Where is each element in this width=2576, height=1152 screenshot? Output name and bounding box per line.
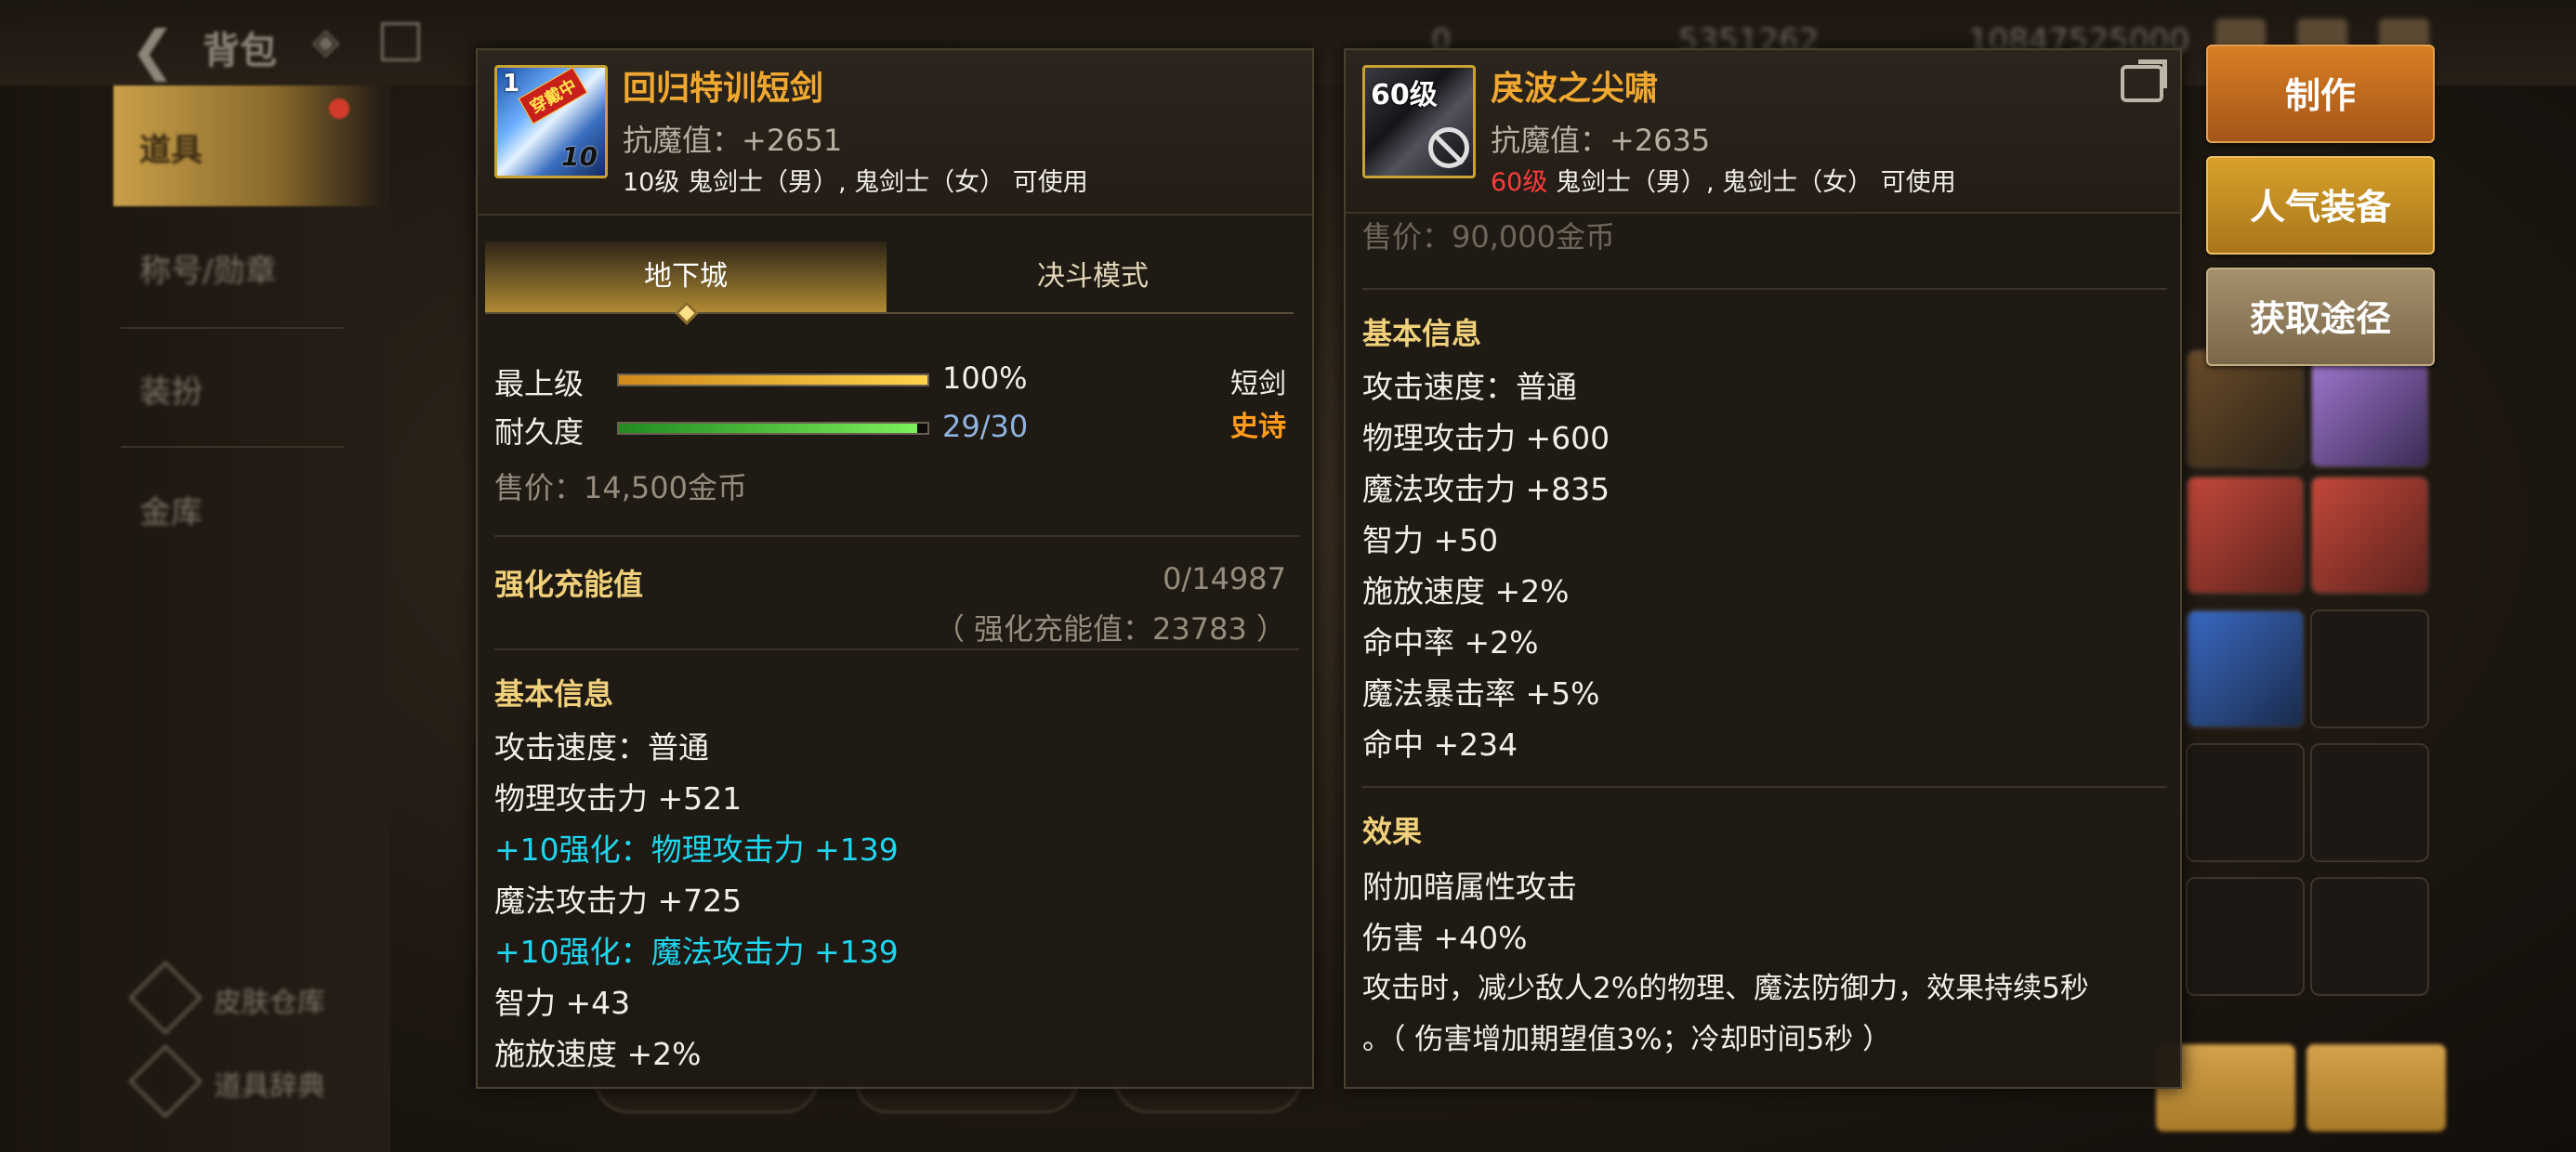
basic-info-title: 基本信息 — [1362, 316, 1482, 351]
grade-label: 最上级 — [494, 366, 585, 401]
stat-enhance-magic: +10强化：魔法攻击力 +139 — [494, 934, 899, 970]
usable-classes-text: 鬼剑士（男）, 鬼剑士（女） 可使用 — [679, 168, 1088, 197]
stat-accuracy: 命中 +234 — [1362, 727, 1518, 763]
divider — [494, 535, 1299, 537]
item-name: 回归特训短剑 — [623, 70, 824, 108]
dagger-icon: 60级 — [1362, 65, 1476, 178]
inventory-slot[interactable] — [2186, 743, 2305, 862]
item-name: 戾波之尖啸 — [1491, 70, 1659, 108]
durability-value: 29/30 — [942, 409, 1029, 444]
anti-magic-value: 抗魔值：+2635 — [1491, 123, 1711, 158]
tooltip-header: 60级 戾波之尖啸 抗魔值：+2635 60级 鬼剑士（男）, 鬼剑士（女） 可… — [1346, 50, 2180, 214]
stat-enhance-physical: +10强化：物理攻击力 +139 — [494, 831, 899, 868]
effect-line: 伤害 +40% — [1362, 920, 1528, 956]
stat-attack-speed: 攻击速度：普通 — [494, 729, 709, 766]
obtain-route-button[interactable]: 获取途径 — [2206, 268, 2435, 366]
stat-intelligence: 智力 +43 — [494, 985, 631, 1021]
tab-pvp[interactable]: 决斗模式 — [892, 242, 1294, 312]
usable-level: 10级 — [623, 168, 680, 197]
sidebar-tab-items[interactable]: 道具 — [139, 124, 203, 170]
back-arrow-icon[interactable]: ❮ — [130, 19, 176, 82]
sidebar-tab-avatar[interactable]: 装扮 — [139, 366, 203, 412]
prohibited-icon — [1428, 127, 1469, 168]
effect-line: 。（ 伤害增加期望值3%；冷却时间5秒 ） — [1362, 1023, 1892, 1056]
stat-hit-rate: 命中率 +2% — [1362, 624, 1539, 661]
inventory-slot[interactable] — [2310, 609, 2429, 728]
skin-storage-link[interactable]: 皮肤仓库 — [214, 979, 325, 1020]
effect-line: 附加暗属性攻击 — [1362, 869, 1577, 905]
inventory-slot[interactable] — [2310, 476, 2429, 595]
sell-price: 售价：14,500金币 — [494, 470, 747, 505]
usable-classes: 60级 鬼剑士（男）, 鬼剑士（女） 可使用 — [1491, 162, 1956, 198]
usable-level: 60级 — [1491, 168, 1548, 197]
charge-progress: 0/14987 — [1163, 561, 1286, 596]
rarity-label: 史诗 — [1230, 411, 1286, 443]
grade-bar-fill — [619, 375, 927, 385]
stat-magic-attack: 魔法攻击力 +835 — [1362, 471, 1610, 507]
page-title: 背包 — [203, 30, 277, 72]
popular-equipment-button[interactable]: 人气装备 — [2206, 156, 2435, 255]
charge-title: 强化充能值 — [494, 567, 644, 602]
notification-dot — [329, 98, 349, 119]
stat-attack-speed: 攻击速度：普通 — [1362, 369, 1577, 405]
share-icon[interactable] — [2121, 65, 2163, 102]
icon-level: 1 — [503, 70, 520, 98]
durability-bar-fill — [619, 424, 918, 433]
durability-bar — [617, 422, 929, 435]
effect-title: 效果 — [1362, 814, 1423, 849]
item-tooltip-equipped: 1 穿戴中 10 回归特训短剑 抗魔值：+2651 10级 鬼剑士（男）, 鬼剑… — [476, 48, 1314, 1089]
sidebar-divider — [121, 327, 344, 329]
durability-label: 耐久度 — [494, 414, 585, 450]
mode-tabs: 地下城 决斗模式 — [485, 242, 1294, 325]
anti-magic-value: 抗魔值：+2651 — [623, 123, 843, 158]
sword-icon: 1 穿戴中 10 — [494, 65, 608, 178]
usable-classes-text: 鬼剑士（男）, 鬼剑士（女） 可使用 — [1547, 168, 1956, 197]
craft-button[interactable]: 制作 — [2206, 45, 2435, 143]
grade-percent: 100% — [942, 360, 1028, 396]
basic-info-title: 基本信息 — [494, 676, 614, 712]
sidebar-divider — [121, 446, 344, 448]
stat-physical-attack: 物理攻击力 +521 — [494, 780, 743, 817]
tooltip-header: 1 穿戴中 10 回归特训短剑 抗魔值：+2651 10级 鬼剑士（男）, 鬼剑… — [478, 50, 1312, 216]
sidebar-tab-titles[interactable]: 称号/勋章 — [139, 245, 276, 291]
icon-enhance-level: 10 — [561, 141, 598, 172]
sell-price-partial: 售价：90,000金币 — [1362, 219, 1615, 255]
effect-line: 攻击时，减少敌人2%的物理、魔法防御力，效果持续5秒 — [1362, 972, 2089, 1005]
charge-total: （ 强化充能值：23783 ） — [934, 611, 1286, 647]
stat-cast-speed: 施放速度 +2% — [494, 1036, 702, 1072]
stat-physical-attack: 物理攻击力 +600 — [1362, 420, 1610, 456]
divider — [494, 648, 1299, 650]
item-tooltip-compare: 售价：90,000金币 60级 戾波之尖啸 抗魔值：+2635 60级 鬼剑士（… — [1344, 48, 2182, 1089]
inventory-slot[interactable] — [2186, 609, 2305, 728]
grid-toggle-icon[interactable] — [381, 22, 420, 61]
inventory-slot[interactable] — [2310, 743, 2429, 862]
potion-button-bg[interactable] — [2307, 1044, 2446, 1132]
grade-bar — [617, 373, 929, 386]
icon-level: 60级 — [1371, 79, 1438, 111]
divider — [1362, 288, 2167, 290]
stat-cast-speed: 施放速度 +2% — [1362, 573, 1570, 609]
usable-classes: 10级 鬼剑士（男）, 鬼剑士（女） 可使用 — [623, 162, 1088, 198]
item-dictionary-link[interactable]: 道具辞典 — [214, 1063, 325, 1104]
inventory-slot[interactable] — [2310, 877, 2429, 996]
inventory-slot[interactable] — [2186, 877, 2305, 996]
sidebar-tab-vault[interactable]: 金库 — [139, 487, 203, 532]
wearing-badge: 穿戴中 — [518, 68, 588, 124]
divider — [1362, 786, 2167, 788]
stat-intelligence: 智力 +50 — [1362, 522, 1499, 558]
inventory-slot[interactable] — [2186, 476, 2305, 595]
weapon-type: 短剑 — [1230, 368, 1286, 400]
eye-icon[interactable]: ◈ — [312, 20, 355, 63]
stat-magic-crit: 魔法暴击率 +5% — [1362, 675, 1600, 712]
stat-magic-attack: 魔法攻击力 +725 — [494, 883, 743, 919]
